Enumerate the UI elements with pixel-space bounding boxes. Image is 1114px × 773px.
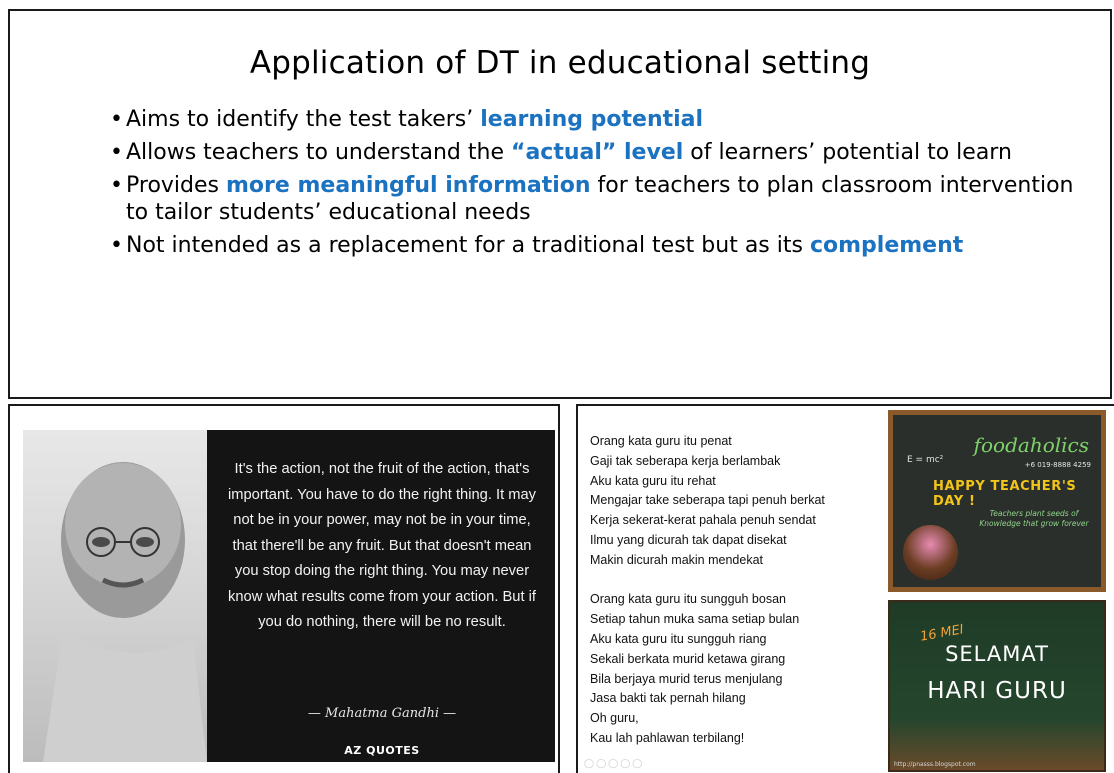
poem-line: Aku kata guru itu rehat (590, 473, 716, 488)
url-text: http://pnasss.blogspot.com (894, 761, 976, 768)
poem-line: Gaji tak seberapa kerja berlambak (590, 453, 781, 468)
hari-guru-card: 16 MEI SELAMAT HARI GURU http://pnasss.b… (888, 600, 1106, 772)
selamat-text: SELAMAT (945, 642, 1049, 666)
poem-line: Orang kata guru itu penat (590, 434, 732, 448)
azquotes-logo: AZ QUOTES (344, 744, 420, 757)
poem-line: Jasa bakti tak pernah hilang (590, 691, 746, 706)
poem-line: Setiap tahun muka sama setiap bulan (590, 612, 800, 627)
formula-text: E = mc² (907, 455, 944, 465)
bullet-item: Aims to identify the test takers’ learni… (110, 106, 1100, 133)
bullet-item: Allows teachers to understand the “actua… (110, 139, 1100, 166)
poem-line: Kau lah pahlawan terbilang! (590, 730, 745, 745)
greeting-text: HAPPY TEACHER'S DAY ! (933, 479, 1077, 509)
poem-line: Ilmu yang dicurah tak dapat disekat (590, 532, 787, 547)
highlight: learning potential (480, 107, 704, 132)
cake-icon (903, 525, 958, 580)
slide-top: Application of DT in educational setting… (8, 9, 1112, 399)
teachers-day-card: E = mc² foodaholics +6 019-8888 4259 HAP… (888, 410, 1106, 592)
poem-line: Oh guru, (590, 711, 639, 726)
quote-slide: It's the action, not the fruit of the ac… (8, 404, 560, 773)
poem-line: Sekali berkata murid ketawa girang (590, 651, 786, 666)
bullet-item: Not intended as a replacement for a trad… (110, 232, 1100, 259)
quote-card: It's the action, not the fruit of the ac… (23, 430, 555, 762)
stanza-gap (590, 571, 880, 591)
phone-text: +6 019-8888 4259 (1024, 461, 1091, 469)
portrait-photo (23, 430, 207, 762)
poem-slide: Orang kata guru itu penat Gaji tak seber… (576, 404, 1114, 773)
highlight: complement (809, 233, 964, 258)
quote-author: — Mahatma Gandhi — (307, 706, 457, 721)
poem-line: Orang kata guru itu sungguh bosan (590, 592, 786, 607)
portrait-icon (43, 462, 207, 762)
poem-line: Makin dicurah makin mendekat (590, 552, 763, 567)
highlight: more meaningful information (226, 173, 591, 198)
poem-line: Bila berjaya murid terus menjulang (590, 671, 783, 686)
poem-line: Aku kata guru itu sungguh riang (590, 631, 767, 646)
hari-guru-text: HARI GURU (927, 678, 1067, 704)
poem-line: Kerja sekerat-kerat pahala penuh sendat (590, 513, 816, 528)
tagline-text: Teachers plant seeds of Knowledge that g… (979, 509, 1089, 528)
poem: Orang kata guru itu penat Gaji tak seber… (590, 432, 880, 749)
bullet-item: Provides more meaningful information for… (110, 172, 1100, 226)
bullet-list: Aims to identify the test takers’ learni… (110, 106, 1100, 265)
quote-text: It's the action, not the fruit of the ac… (227, 460, 537, 630)
highlight: “actual” level (510, 140, 684, 165)
slide-nav-icons[interactable]: ◯◯◯◯◯ (584, 759, 644, 769)
poem-line: Mengajar take seberapa tapi penuh berkat (590, 493, 825, 508)
brand-logo: foodaholics (973, 433, 1089, 457)
slide-title: Application of DT in educational setting (249, 45, 871, 81)
